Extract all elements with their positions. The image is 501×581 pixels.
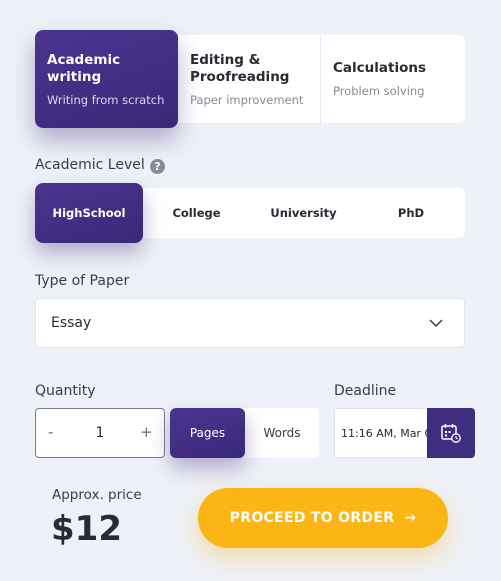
level-option-university[interactable]: University xyxy=(250,206,357,220)
price-label: Approx. price xyxy=(52,487,142,503)
service-tab-editing[interactable]: Editing & Proofreading Paper improvement xyxy=(178,35,320,123)
paper-type-select[interactable]: Essay xyxy=(35,298,465,348)
service-subtitle: Writing from scratch xyxy=(47,93,165,107)
quantity-label: Quantity xyxy=(35,383,96,399)
service-tab-calculations[interactable]: Calculations Problem solving xyxy=(321,35,465,123)
deadline-value: 11:16 AM, Mar 0 xyxy=(341,427,432,440)
proceed-label: PROCEED TO ORDER xyxy=(229,510,395,526)
calendar-button[interactable] xyxy=(427,408,475,458)
chevron-down-icon xyxy=(429,319,443,328)
help-icon[interactable]: ? xyxy=(150,159,165,174)
decrement-button[interactable]: - xyxy=(48,423,53,441)
increment-button[interactable]: + xyxy=(140,423,153,441)
unit-option-label: Pages xyxy=(189,426,226,440)
service-tab-academic-writing[interactable]: Academic writing Writing from scratch xyxy=(35,30,178,128)
arrow-right-icon: → xyxy=(404,510,417,526)
proceed-to-order-button[interactable]: PROCEED TO ORDER → xyxy=(198,488,448,548)
service-subtitle: Problem solving xyxy=(333,84,425,98)
service-title: Editing & Proofreading xyxy=(190,52,290,85)
service-subtitle: Paper improvement xyxy=(190,93,304,107)
quantity-stepper: - 1 + xyxy=(35,408,165,458)
service-title: Academic writing xyxy=(47,52,121,85)
deadline-label: Deadline xyxy=(334,383,397,399)
unit-option-words[interactable]: Words xyxy=(245,426,319,440)
level-option-college[interactable]: College xyxy=(143,206,250,220)
paper-type-value: Essay xyxy=(51,315,92,331)
calendar-icon xyxy=(441,424,461,443)
academic-level-label: Academic Level xyxy=(35,157,145,173)
unit-option-pages[interactable]: Pages xyxy=(170,408,245,458)
quantity-input[interactable]: 1 xyxy=(94,425,106,441)
level-option-highschool[interactable]: HighSchool xyxy=(35,183,143,243)
level-option-label: HighSchool xyxy=(52,206,126,220)
level-option-phd[interactable]: PhD xyxy=(357,206,465,220)
service-title: Calculations xyxy=(333,60,426,76)
paper-type-label: Type of Paper xyxy=(35,273,130,289)
price-value: $12 xyxy=(51,509,122,549)
